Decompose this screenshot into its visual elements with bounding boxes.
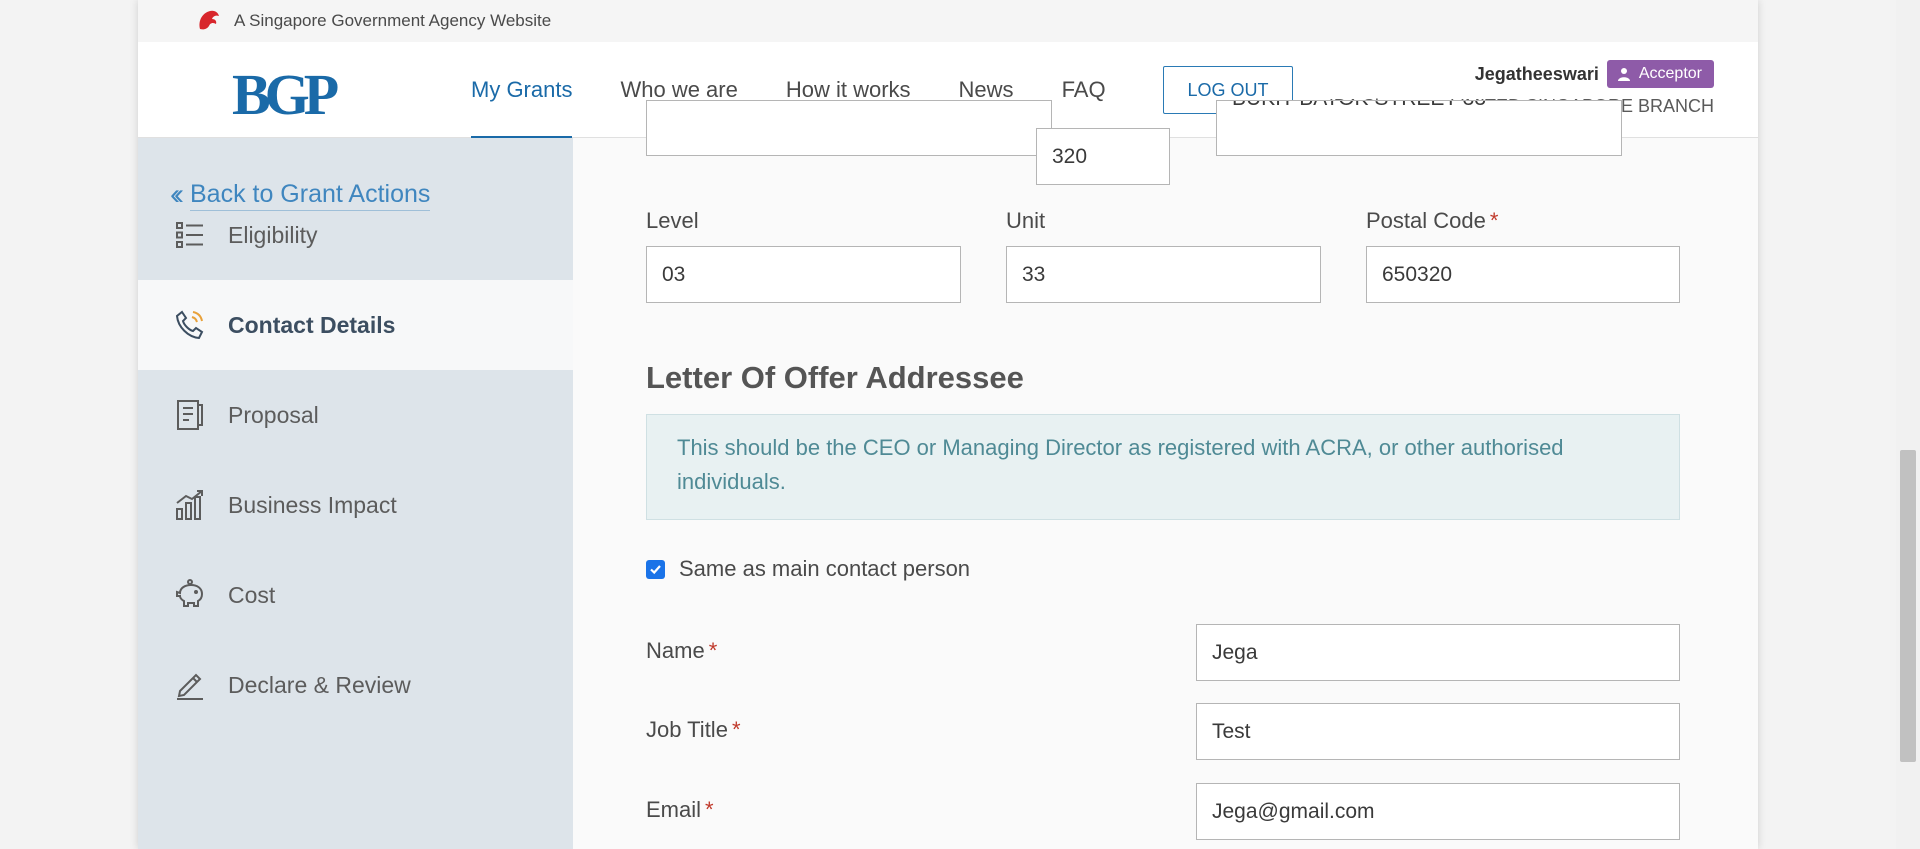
street-name-value: BUKIT BATOK STREET 33 [1232, 101, 1486, 111]
same-as-main-contact-checkbox[interactable] [646, 559, 665, 579]
sidebar-item-eligibility[interactable]: Eligibility [138, 190, 573, 280]
nav-my-grants[interactable]: My Grants [471, 42, 573, 139]
name-input[interactable]: Jega [1196, 624, 1680, 681]
sidebar-item-label: Contact Details [228, 311, 396, 338]
gov-masthead: A Singapore Government Agency Website [138, 0, 1758, 42]
bgp-logo[interactable]: BGP [232, 66, 339, 124]
level-input[interactable]: 03 [646, 246, 961, 303]
job-title-label: Job Title * [646, 717, 741, 743]
sidebar-item-label: Business Impact [228, 491, 397, 518]
required-marker: * [731, 717, 741, 742]
page-scrollbar[interactable] [1896, 0, 1920, 849]
sidebar-item-contact-details[interactable]: Contact Details [138, 280, 573, 370]
job-title-input[interactable]: Test [1196, 703, 1680, 760]
addressee-info-box: This should be the CEO or Managing Direc… [646, 414, 1680, 520]
sidebar-item-label: Declare & Review [228, 671, 411, 698]
sidebar-item-label: Proposal [228, 401, 319, 428]
sidebar-item-proposal[interactable]: Proposal [138, 370, 573, 460]
pen-icon [174, 669, 206, 701]
phone-icon [174, 309, 206, 341]
scrollbar-thumb[interactable] [1900, 450, 1916, 762]
unit-input[interactable]: 33 [1006, 246, 1321, 303]
nav-faq[interactable]: FAQ [1062, 42, 1106, 138]
main-form: 320 BUKIT BATOK STREET 33 Level 03 Unit … [573, 100, 1758, 849]
sidebar-item-cost[interactable]: Cost [138, 550, 573, 640]
sidebar-item-label: Cost [228, 581, 276, 608]
level-label: Level [646, 208, 699, 233]
same-as-main-contact-label: Same as main contact person [679, 556, 971, 581]
email-label: Email * [646, 797, 714, 823]
name-label: Name * [646, 638, 717, 664]
gov-agency-text: A Singapore Government Agency Website [234, 11, 552, 30]
person-icon [1617, 68, 1630, 81]
document-icon [174, 399, 206, 431]
postal-code-label-text: Postal Code [1366, 208, 1486, 233]
role-label: Acceptor [1638, 65, 1702, 82]
grant-sidebar: ‹‹ Back to Grant Actions Eligibility Con… [138, 138, 573, 849]
unit-label: Unit [1006, 208, 1046, 233]
job-title-label-text: Job Title [646, 717, 728, 742]
letter-of-offer-addressee-title: Letter Of Offer Addressee [646, 360, 1024, 395]
user-name: Jegatheeswari [1474, 63, 1599, 84]
sidebar-item-business-impact[interactable]: Business Impact [138, 460, 573, 550]
email-label-text: Email [646, 797, 702, 822]
email-input[interactable]: Jega@gmail.com [1196, 783, 1680, 840]
required-marker: * [708, 638, 718, 663]
sidebar-item-label: Eligibility [228, 221, 318, 248]
piggy-bank-icon [174, 579, 206, 611]
block-number-input[interactable]: 320 [1036, 128, 1170, 185]
required-marker: * [705, 797, 714, 822]
name-label-text: Name [646, 638, 705, 663]
merlion-logo-icon [199, 10, 219, 30]
chart-icon [174, 489, 206, 521]
role-badge: Acceptor [1606, 60, 1714, 88]
street-name-input[interactable]: BUKIT BATOK STREET 33 [1216, 100, 1622, 156]
list-icon [174, 219, 206, 251]
postal-code-label: Postal Code * [1366, 208, 1498, 234]
postal-code-input[interactable]: 650320 [1366, 246, 1680, 303]
same-as-main-contact-row[interactable]: Same as main contact person [646, 556, 970, 582]
page-container: A Singapore Government Agency Website BG… [138, 0, 1758, 849]
checkmark-icon [650, 564, 661, 574]
required-marker: * [1489, 208, 1499, 233]
sidebar-item-declare-review[interactable]: Declare & Review [138, 640, 573, 730]
address-field-partial[interactable] [646, 100, 1052, 156]
